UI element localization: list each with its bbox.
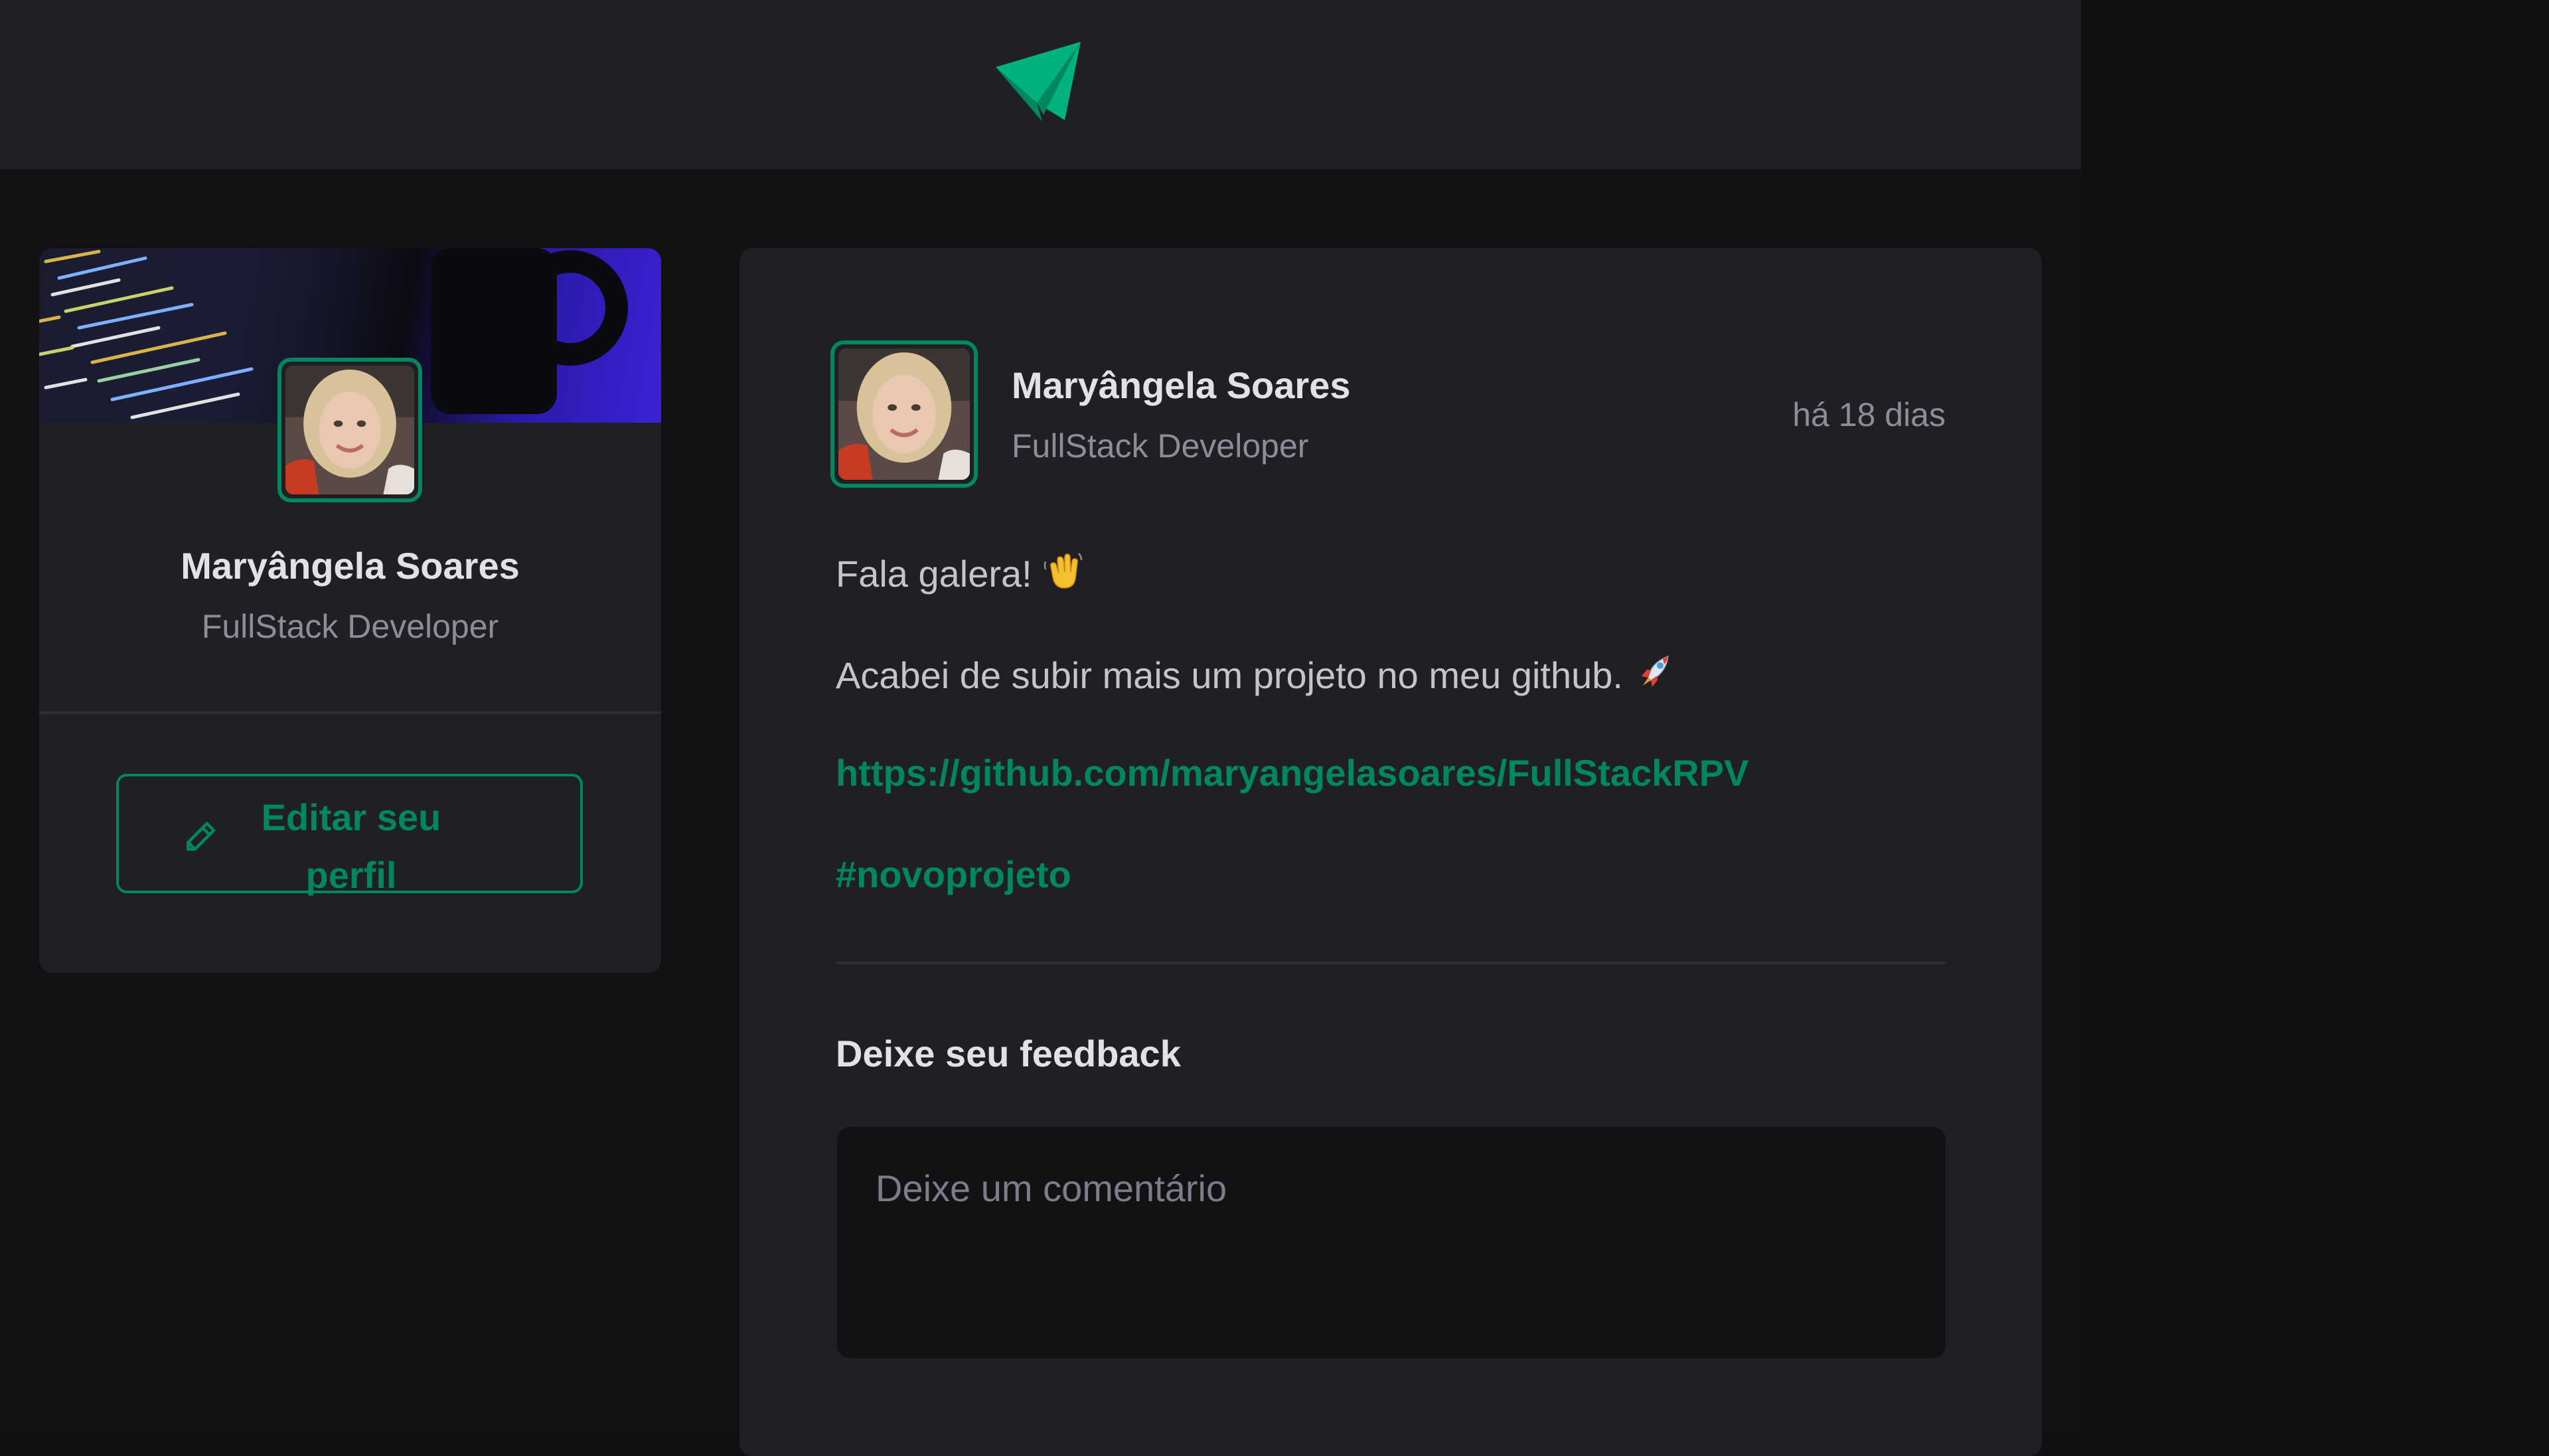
post-message: Acabei de subir mais um projeto no meu g… [836,651,1675,702]
feedback-title: Deixe seu feedback [836,1033,1181,1074]
post-author-avatar[interactable] [830,340,978,488]
sidebar-user-name: Maryângela Soares [181,545,520,587]
profile-photo [285,366,414,494]
sidebar-avatar[interactable] [277,358,422,502]
edit-profile-label: Editar seu perfil [261,796,441,896]
post-hashtag[interactable]: #novoprojeto [836,853,1071,896]
edit-profile-button[interactable]: Editar seu perfil [116,774,583,896]
header [0,0,2081,169]
post-author-name: Maryângela Soares [1012,364,1351,406]
post-github-link[interactable]: https://github.com/maryangelasoares/Full… [836,751,1748,794]
post-divider [836,962,1946,964]
profile-photo [838,348,970,480]
post-message-text: Acabei de subir mais um projeto no meu g… [836,654,1623,696]
code-screen-image [39,250,254,419]
mug-image [431,248,628,414]
sidebar-user-role: FullStack Developer [201,608,499,645]
post-greeting: Fala galera! [836,549,1084,601]
post-timestamp: há 18 dias [1792,396,1946,433]
waving-hand-icon [1042,549,1084,601]
page-margin [2081,0,2549,1433]
post-greeting-text: Fala galera! [836,553,1032,595]
post-author-role: FullStack Developer [1012,427,1309,465]
app-root: Maryângela Soares FullStack Developer Ed… [0,0,2081,1456]
paper-plane-icon[interactable] [996,42,1082,121]
sidebar-divider [39,711,661,714]
pencil-icon [187,822,216,851]
comment-input[interactable] [837,1127,1946,1358]
rocket-icon [1632,651,1675,702]
